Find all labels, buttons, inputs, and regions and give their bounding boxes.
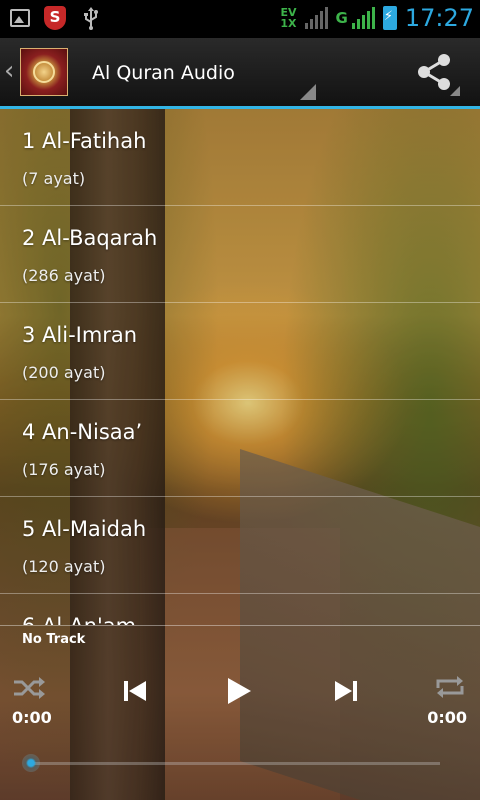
seek-thumb[interactable] xyxy=(22,754,40,772)
surah-title: 2 Al-Baqarah xyxy=(22,226,158,250)
spinner-indicator-icon xyxy=(300,84,316,100)
action-bar: ‹ Al Quran Audio xyxy=(0,38,480,109)
play-button[interactable] xyxy=(225,676,253,710)
status-bar: S EV 1X G 17:27 xyxy=(0,0,480,38)
list-divider xyxy=(0,625,480,626)
list-item[interactable]: 6 Al-An'am xyxy=(0,594,480,625)
play-icon xyxy=(228,678,251,704)
repeat-icon xyxy=(436,676,464,698)
app-logo[interactable] xyxy=(20,48,68,96)
surah-title: 6 Al-An'am xyxy=(22,614,136,625)
share-icon xyxy=(418,54,450,90)
app-title[interactable]: Al Quran Audio xyxy=(92,62,235,84)
list-item[interactable]: 1 Al-Fatihah (7 ayat) xyxy=(0,109,480,206)
list-item[interactable]: 4 An-Nisaa’ (176 ayat) xyxy=(0,400,480,497)
repeat-button[interactable] xyxy=(434,674,466,704)
surah-ayat-count: (286 ayat) xyxy=(22,266,106,285)
list-item[interactable]: 5 Al-Maidah (120 ayat) xyxy=(0,497,480,594)
security-shield-icon: S xyxy=(44,6,66,30)
gallery-icon xyxy=(10,9,30,27)
network-type-label: G xyxy=(335,9,348,27)
network-text: EV 1X xyxy=(280,6,297,30)
surah-ayat-count: (176 ayat) xyxy=(22,460,106,479)
up-caret-icon[interactable]: ‹ xyxy=(4,58,14,84)
battery-charging-icon xyxy=(382,6,397,30)
list-item[interactable]: 3 Ali-Imran (200 ayat) xyxy=(0,303,480,400)
surah-title: 5 Al-Maidah xyxy=(22,517,147,541)
total-duration: 0:00 xyxy=(427,708,467,727)
skip-previous-icon xyxy=(124,681,146,701)
clock: 17:27 xyxy=(404,4,474,32)
next-button[interactable] xyxy=(333,678,359,708)
surah-title: 1 Al-Fatihah xyxy=(22,129,147,153)
gsm-signal-icon xyxy=(351,7,375,29)
surah-ayat-count: (120 ayat) xyxy=(22,557,106,576)
shuffle-icon xyxy=(14,677,45,699)
previous-button[interactable] xyxy=(122,678,148,708)
track-name: No Track xyxy=(22,632,86,647)
elapsed-time: 0:00 xyxy=(12,708,52,727)
seek-bar[interactable] xyxy=(30,762,440,765)
surah-ayat-count: (200 ayat) xyxy=(22,363,106,382)
surah-list[interactable]: 1 Al-Fatihah (7 ayat) 2 Al-Baqarah (286 … xyxy=(0,109,480,625)
list-item[interactable]: 2 Al-Baqarah (286 ayat) xyxy=(0,206,480,303)
share-menu-indicator-icon xyxy=(450,86,460,96)
usb-icon xyxy=(80,7,102,30)
surah-title: 4 An-Nisaa’ xyxy=(22,420,143,444)
cdma-signal-icon xyxy=(304,7,328,29)
surah-title: 3 Ali-Imran xyxy=(22,323,138,347)
skip-next-icon xyxy=(335,681,357,701)
shuffle-button[interactable] xyxy=(12,676,46,704)
surah-ayat-count: (7 ayat) xyxy=(22,169,86,188)
